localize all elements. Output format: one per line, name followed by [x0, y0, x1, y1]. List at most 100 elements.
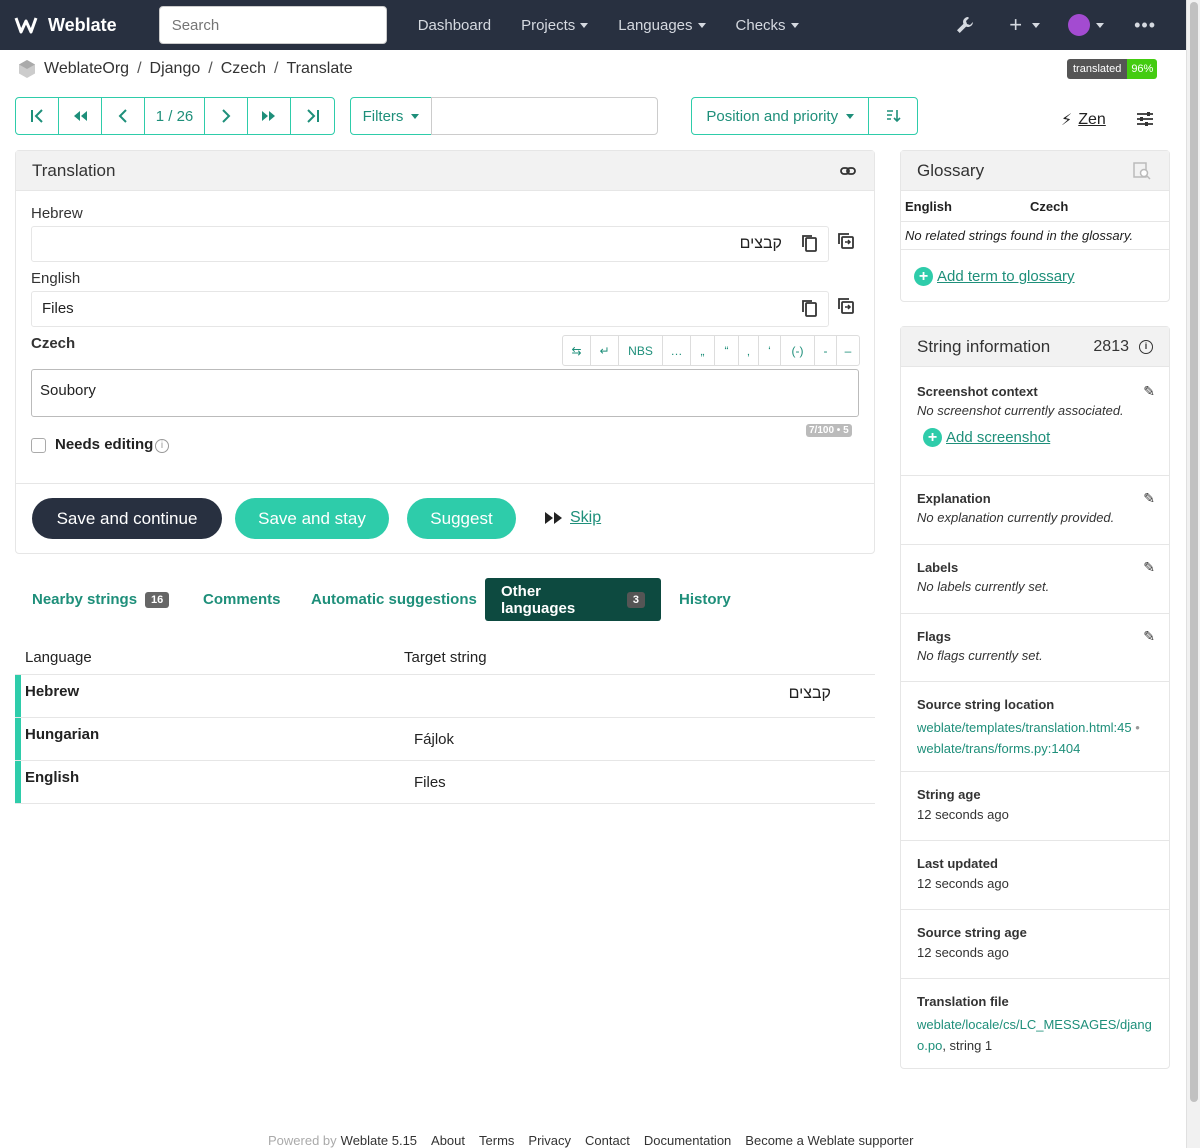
toolbar-single-high[interactable]: ‘: [759, 336, 781, 365]
pencil-icon[interactable]: ✎: [1143, 383, 1155, 400]
next-page-button[interactable]: [248, 98, 292, 134]
table-row[interactable]: English Files: [15, 761, 875, 804]
sort-dropdown[interactable]: Position and priority: [692, 98, 870, 134]
next-string-button[interactable]: [205, 98, 249, 134]
nav-checks[interactable]: Checks: [721, 17, 814, 34]
previous-string-button[interactable]: [102, 98, 145, 134]
copy-icon[interactable]: [801, 234, 818, 252]
footer-version-link[interactable]: Weblate 5.15: [341, 1133, 417, 1148]
info-icon[interactable]: i: [1139, 339, 1153, 354]
translation-textarea[interactable]: Soubory: [31, 369, 859, 417]
clone-to-translation-icon[interactable]: [837, 232, 855, 250]
pencil-icon[interactable]: ✎: [1143, 628, 1155, 645]
toolbar-quote-high[interactable]: “: [715, 336, 739, 365]
source-location-section: Source string location weblate/templates…: [901, 682, 1169, 772]
skip-link[interactable]: Skip: [544, 509, 601, 527]
footer-contact-link[interactable]: Contact: [585, 1133, 630, 1148]
weblate-logo-icon: [14, 17, 38, 34]
nav-projects[interactable]: Projects: [506, 17, 603, 34]
copy-icon[interactable]: [801, 299, 818, 317]
brand-link[interactable]: Weblate: [12, 11, 117, 39]
skip-label: Skip: [570, 509, 602, 526]
clone-to-translation-icon[interactable]: [837, 297, 855, 315]
needs-editing-label[interactable]: Needs editing: [55, 436, 153, 453]
footer-terms-link[interactable]: Terms: [479, 1133, 514, 1148]
glossary-title: Glossary: [917, 160, 985, 180]
previous-page-button[interactable]: [59, 98, 102, 134]
wrench-icon[interactable]: [955, 15, 975, 35]
breadcrumb-project[interactable]: Django: [150, 60, 201, 78]
translation-file-link[interactable]: weblate/locale/cs/LC_MESSAGES/djang: [917, 1017, 1152, 1032]
footer-privacy-link[interactable]: Privacy: [528, 1133, 571, 1148]
footer-documentation-link[interactable]: Documentation: [644, 1133, 731, 1148]
pencil-icon[interactable]: ✎: [1143, 559, 1155, 576]
add-term-link[interactable]: + Add term to glossary: [914, 267, 1075, 286]
settings-sliders-icon[interactable]: [1136, 110, 1154, 131]
breadcrumb-org[interactable]: WeblateOrg: [44, 60, 129, 78]
last-string-button[interactable]: [291, 98, 334, 134]
translation-file-link-cont[interactable]: o.po: [917, 1038, 942, 1053]
nav-projects-label: Projects: [521, 16, 576, 34]
labels-title: Labels: [917, 560, 959, 575]
first-string-button[interactable]: [16, 98, 59, 134]
count-badge: 16: [145, 591, 170, 608]
link-icon[interactable]: [840, 163, 856, 179]
tab-comments[interactable]: Comments: [203, 578, 281, 621]
pencil-icon[interactable]: ✎: [1143, 490, 1155, 507]
row-language: Hungarian: [25, 726, 100, 743]
footer-about-link[interactable]: About: [431, 1133, 465, 1148]
table-row[interactable]: Hebrew קבצים: [15, 675, 875, 718]
toolbar-soft-hyphen[interactable]: (-): [781, 336, 815, 365]
page-scrollbar[interactable]: [1186, 0, 1200, 1148]
tab-other-languages[interactable]: Other languages 3: [485, 578, 661, 621]
toolbar-rtl-toggle[interactable]: ⇆: [563, 336, 591, 365]
tab-history[interactable]: History: [679, 578, 731, 621]
toolbar-en-dash[interactable]: –: [837, 336, 859, 365]
glossary-panel: Glossary English Czech No related string…: [900, 150, 1170, 302]
translation-file-section: Translation file weblate/locale/cs/LC_ME…: [901, 979, 1169, 1067]
save-continue-button[interactable]: Save and continue: [32, 498, 222, 539]
footer: Powered by Weblate 5.15 About Terms Priv…: [268, 1133, 927, 1148]
toolbar-newline[interactable]: ↵: [591, 336, 619, 365]
suggest-button[interactable]: Suggest: [407, 498, 516, 539]
needs-editing-checkbox[interactable]: [31, 438, 46, 453]
save-stay-button[interactable]: Save and stay: [235, 498, 389, 539]
explanation-text: No explanation currently provided.: [917, 510, 1115, 525]
flags-section: Flags No flags currently set. ✎: [901, 614, 1169, 682]
toolbar-hyphen[interactable]: -: [815, 336, 837, 365]
tab-nearby-strings[interactable]: Nearby strings 16: [32, 578, 170, 621]
nav-dashboard[interactable]: Dashboard: [403, 17, 506, 34]
source-location-link[interactable]: weblate/trans/forms.py:1404: [917, 741, 1080, 756]
scrollbar-thumb[interactable]: [1190, 2, 1198, 1102]
table-row[interactable]: Hungarian Fájlok: [15, 718, 875, 761]
position-indicator: 1 / 26: [145, 98, 206, 134]
info-icon[interactable]: i: [155, 439, 169, 453]
tab-automatic-suggestions[interactable]: Automatic suggestions: [311, 578, 477, 621]
add-menu-button[interactable]: +: [1009, 14, 1041, 36]
translated-badge[interactable]: translated 96%: [1067, 59, 1158, 79]
footer-supporter-link[interactable]: Become a Weblate supporter: [745, 1133, 913, 1148]
search-glossary-icon[interactable]: [1133, 161, 1151, 180]
filters-dropdown[interactable]: Filters: [350, 97, 432, 135]
add-screenshot-link[interactable]: + Add screenshot: [923, 428, 1153, 447]
toolbar-quote-low[interactable]: „: [691, 336, 715, 365]
nav-languages[interactable]: Languages: [603, 17, 720, 34]
breadcrumb-language[interactable]: Czech: [221, 60, 266, 78]
user-menu-button[interactable]: [1068, 14, 1105, 36]
badge-value: 96%: [1127, 59, 1158, 79]
sort-direction-button[interactable]: [869, 98, 917, 134]
source-location-link[interactable]: weblate/templates/translation.html:45: [917, 720, 1132, 735]
last-updated-value: 12 seconds ago: [917, 876, 1009, 891]
toolbar-ellipsis[interactable]: …: [663, 336, 691, 365]
search-input[interactable]: [158, 6, 387, 44]
string-age-title: String age: [917, 787, 981, 802]
fast-forward-icon: [545, 512, 562, 524]
filter-query-input[interactable]: [431, 97, 658, 135]
last-updated-section: Last updated 12 seconds ago: [901, 841, 1169, 910]
string-info-header: String information 2813 i: [901, 327, 1169, 367]
toolbar-single-low[interactable]: ‚: [739, 336, 759, 365]
more-menu-icon[interactable]: •••: [1134, 15, 1156, 36]
toolbar-nbsp[interactable]: NBS: [619, 336, 663, 365]
zen-link[interactable]: ⚡ Zen: [1061, 110, 1106, 130]
flags-title: Flags: [917, 629, 951, 644]
